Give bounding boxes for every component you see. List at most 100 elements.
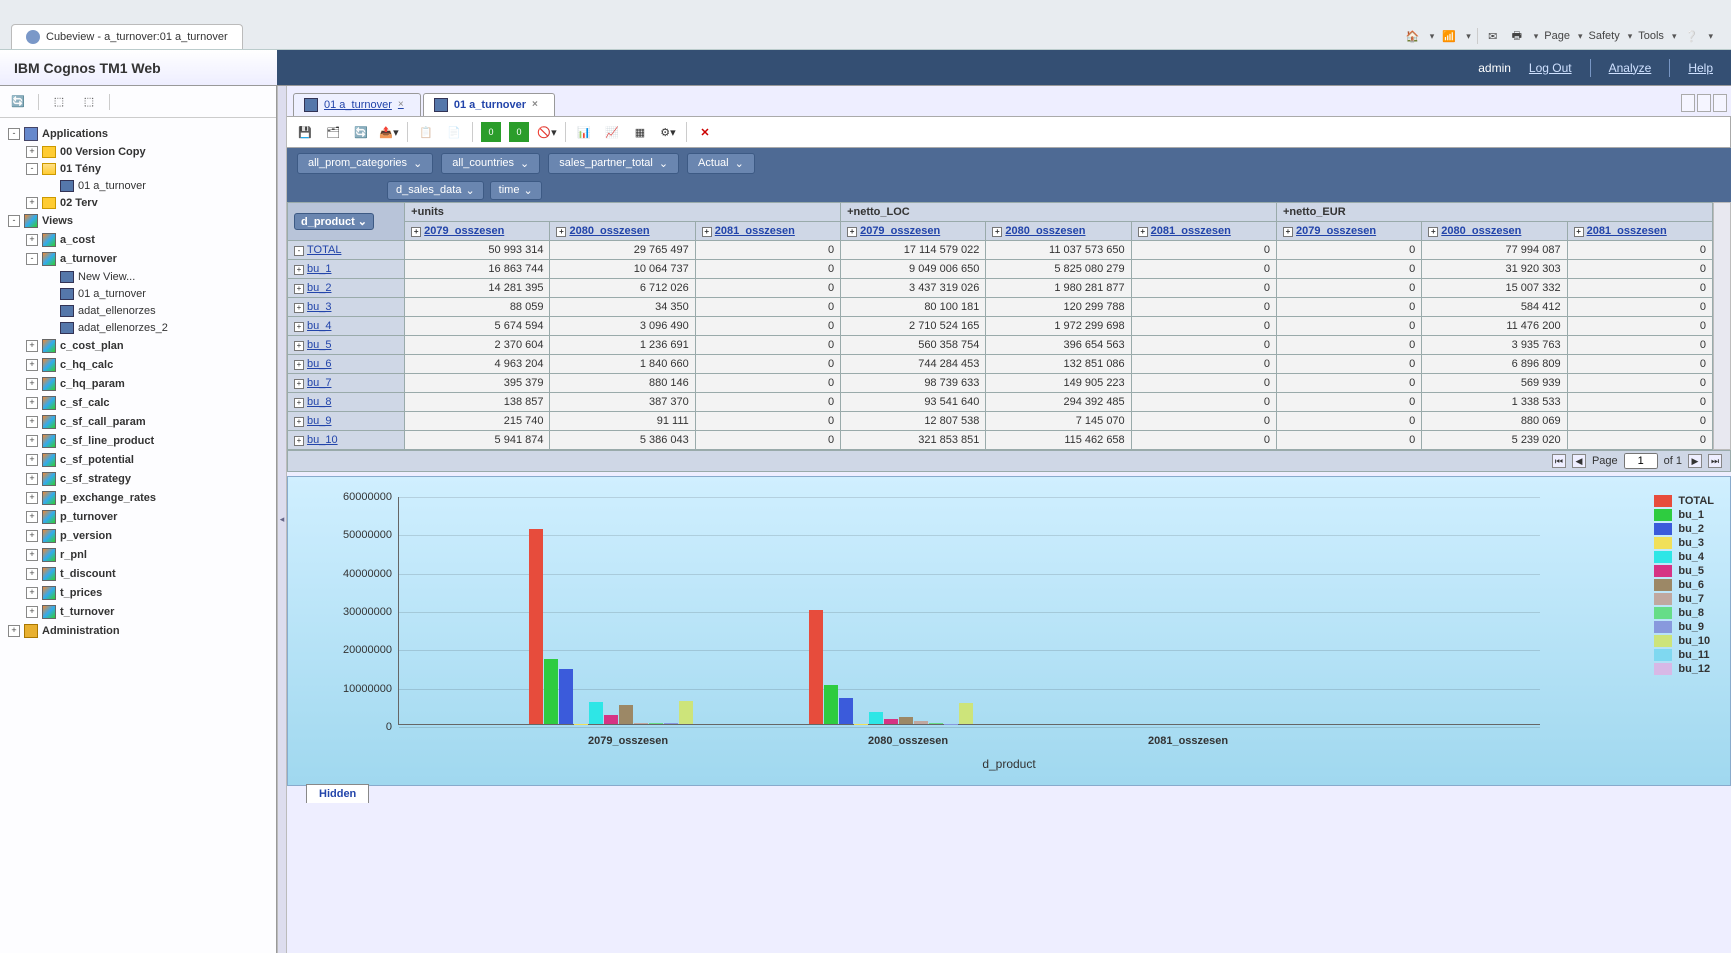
- analyze-link[interactable]: Analyze: [1609, 61, 1652, 75]
- cell[interactable]: 0: [1567, 431, 1712, 450]
- cell[interactable]: 0: [1131, 336, 1276, 355]
- cell[interactable]: 132 851 086: [986, 355, 1131, 374]
- expand-icon[interactable]: +: [8, 625, 20, 637]
- sidebar-collapse-handle[interactable]: ◂: [277, 86, 287, 953]
- cell[interactable]: 80 100 181: [841, 298, 986, 317]
- tree-item-c_sf_calc[interactable]: +c_sf_calc: [4, 393, 272, 412]
- cell[interactable]: 0: [1276, 317, 1421, 336]
- page-prev-icon[interactable]: ◀: [1572, 454, 1586, 468]
- cell[interactable]: 0: [1567, 336, 1712, 355]
- row-header[interactable]: +bu_1: [288, 260, 405, 279]
- dim-sales-data[interactable]: d_sales_data: [387, 181, 484, 200]
- expand-icon[interactable]: +: [26, 568, 38, 580]
- cell[interactable]: 1 236 691: [550, 336, 695, 355]
- expand-icon[interactable]: -: [8, 215, 20, 227]
- export-icon[interactable]: 📤▾: [379, 122, 399, 142]
- mail-icon[interactable]: ✉: [1484, 28, 1502, 44]
- context-countries[interactable]: all_countries: [441, 153, 540, 174]
- expand-icon[interactable]: +: [26, 454, 38, 466]
- cell[interactable]: 91 111: [550, 412, 695, 431]
- expand-icon[interactable]: +: [26, 530, 38, 542]
- navigation-tree[interactable]: -Applications+00 Version Copy-01 Tény01 …: [0, 118, 276, 953]
- expand-icon[interactable]: +: [26, 397, 38, 409]
- tree-item-c_sf_strategy[interactable]: +c_sf_strategy: [4, 469, 272, 488]
- cell[interactable]: 880 069: [1422, 412, 1567, 431]
- cell[interactable]: 0: [695, 260, 840, 279]
- expand-icon[interactable]: +: [26, 435, 38, 447]
- cell[interactable]: 0: [1567, 317, 1712, 336]
- tree-item-t_turnover[interactable]: +t_turnover: [4, 602, 272, 621]
- browser-tab[interactable]: Cubeview - a_turnover:01 a_turnover: [11, 24, 243, 49]
- col-header[interactable]: +2081_osszesen: [1131, 222, 1276, 241]
- cell[interactable]: 0: [1567, 298, 1712, 317]
- col-header[interactable]: +2080_osszesen: [1422, 222, 1567, 241]
- cell[interactable]: 215 740: [405, 412, 550, 431]
- cell[interactable]: 4 963 204: [405, 355, 550, 374]
- cell[interactable]: 0: [695, 412, 840, 431]
- cell[interactable]: 0: [1131, 431, 1276, 450]
- cell[interactable]: 5 825 080 279: [986, 260, 1131, 279]
- cell[interactable]: 0: [1567, 260, 1712, 279]
- col-header[interactable]: +2079_osszesen: [1276, 222, 1421, 241]
- row-header[interactable]: +bu_8: [288, 393, 405, 412]
- context-prom-categories[interactable]: all_prom_categories: [297, 153, 433, 174]
- tree-item-v_adat2[interactable]: adat_ellenorzes_2: [4, 319, 272, 336]
- tree-item-p_version[interactable]: +p_version: [4, 526, 272, 545]
- expand-icon[interactable]: +: [26, 340, 38, 352]
- cell[interactable]: 396 654 563: [986, 336, 1131, 355]
- cell[interactable]: 0: [1131, 241, 1276, 260]
- dim-time[interactable]: time: [490, 181, 542, 200]
- cell[interactable]: 321 853 851: [841, 431, 986, 450]
- cell[interactable]: 0: [1276, 393, 1421, 412]
- cell[interactable]: 1 980 281 877: [986, 279, 1131, 298]
- save-as-icon[interactable]: 🗂: [323, 122, 343, 142]
- cell[interactable]: 0: [695, 279, 840, 298]
- grid-icon[interactable]: ▦: [630, 122, 650, 142]
- tree-item-t_prices[interactable]: +t_prices: [4, 583, 272, 602]
- tree-item-p_exchange_rates[interactable]: +p_exchange_rates: [4, 488, 272, 507]
- cell[interactable]: 3 096 490: [550, 317, 695, 336]
- close-view-icon[interactable]: ✕: [695, 122, 715, 142]
- cell[interactable]: 0: [1567, 374, 1712, 393]
- expand-icon[interactable]: -: [8, 128, 20, 140]
- cell[interactable]: 5 386 043: [550, 431, 695, 450]
- tree-item-c_hq_param[interactable]: +c_hq_param: [4, 374, 272, 393]
- cell[interactable]: 0: [695, 336, 840, 355]
- cell[interactable]: 6 712 026: [550, 279, 695, 298]
- cell[interactable]: 138 857: [405, 393, 550, 412]
- tree-item-administration[interactable]: +Administration: [4, 621, 272, 640]
- col-header[interactable]: +2081_osszesen: [695, 222, 840, 241]
- cell[interactable]: 0: [1131, 260, 1276, 279]
- help-link[interactable]: Help: [1688, 61, 1713, 75]
- expand-icon[interactable]: +: [26, 416, 38, 428]
- col-header[interactable]: +2080_osszesen: [986, 222, 1131, 241]
- cell[interactable]: 93 541 640: [841, 393, 986, 412]
- cell[interactable]: 120 299 788: [986, 298, 1131, 317]
- suppress-zero-rows-icon[interactable]: 0: [509, 122, 529, 142]
- grid-table[interactable]: d_product +units +netto_LOC +netto_EUR+2…: [287, 202, 1713, 450]
- cell[interactable]: 11 476 200: [1422, 317, 1567, 336]
- expand-icon[interactable]: +: [26, 146, 38, 158]
- suppress-zero-icon[interactable]: 0: [481, 122, 501, 142]
- cell[interactable]: 0: [1131, 317, 1276, 336]
- cell[interactable]: 77 994 087: [1422, 241, 1567, 260]
- cell[interactable]: 387 370: [550, 393, 695, 412]
- doc-tab-1[interactable]: 01 a_turnover ×: [293, 93, 421, 116]
- tree-item-c_cost_plan[interactable]: +c_cost_plan: [4, 336, 272, 355]
- tree-item-applications[interactable]: -Applications: [4, 124, 272, 143]
- expand-icon[interactable]: +: [26, 606, 38, 618]
- cell[interactable]: 6 896 809: [1422, 355, 1567, 374]
- expand-icon[interactable]: +: [26, 473, 38, 485]
- cell[interactable]: 50 993 314: [405, 241, 550, 260]
- cell[interactable]: 98 739 633: [841, 374, 986, 393]
- expand-icon[interactable]: -: [26, 163, 38, 175]
- cell[interactable]: 0: [695, 298, 840, 317]
- vertical-scrollbar[interactable]: [1713, 202, 1731, 450]
- page-menu[interactable]: Page: [1544, 30, 1570, 42]
- cell[interactable]: 0: [1567, 412, 1712, 431]
- cell[interactable]: 0: [1131, 374, 1276, 393]
- cell[interactable]: 0: [695, 355, 840, 374]
- cell[interactable]: 5 674 594: [405, 317, 550, 336]
- context-scenario[interactable]: Actual: [687, 153, 755, 174]
- row-header[interactable]: +bu_7: [288, 374, 405, 393]
